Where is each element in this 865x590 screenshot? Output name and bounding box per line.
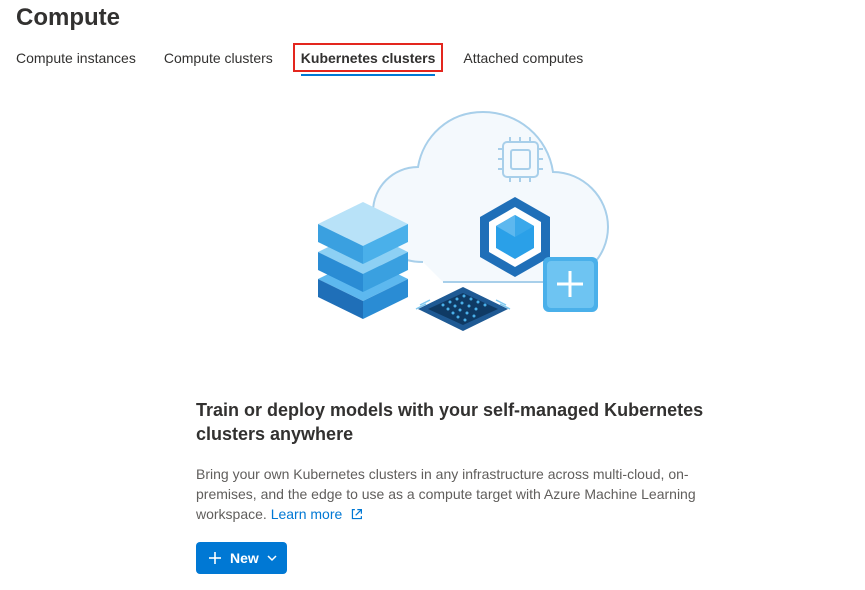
empty-state-description: Bring your own Kubernetes clusters in an… (196, 464, 716, 524)
kubernetes-illustration (223, 102, 643, 372)
tab-label: Kubernetes clusters (301, 50, 436, 66)
learn-more-link[interactable]: Learn more (271, 506, 363, 522)
plus-icon (208, 551, 222, 565)
new-button-label: New (230, 550, 259, 566)
empty-state: Train or deploy models with your self-ma… (16, 92, 849, 574)
tab-compute-instances[interactable]: Compute instances (16, 46, 136, 74)
chevron-down-icon (267, 553, 277, 563)
tabs: Compute instances Compute clusters Kuber… (16, 46, 849, 74)
new-button[interactable]: New (196, 542, 287, 574)
tab-attached-computes[interactable]: Attached computes (463, 46, 583, 74)
tab-kubernetes-clusters[interactable]: Kubernetes clusters (301, 46, 436, 74)
learn-more-label: Learn more (271, 506, 343, 522)
page-title: Compute (16, 4, 849, 32)
tab-compute-clusters[interactable]: Compute clusters (164, 46, 273, 74)
empty-state-headline: Train or deploy models with your self-ma… (196, 398, 716, 446)
external-link-icon (350, 508, 363, 521)
